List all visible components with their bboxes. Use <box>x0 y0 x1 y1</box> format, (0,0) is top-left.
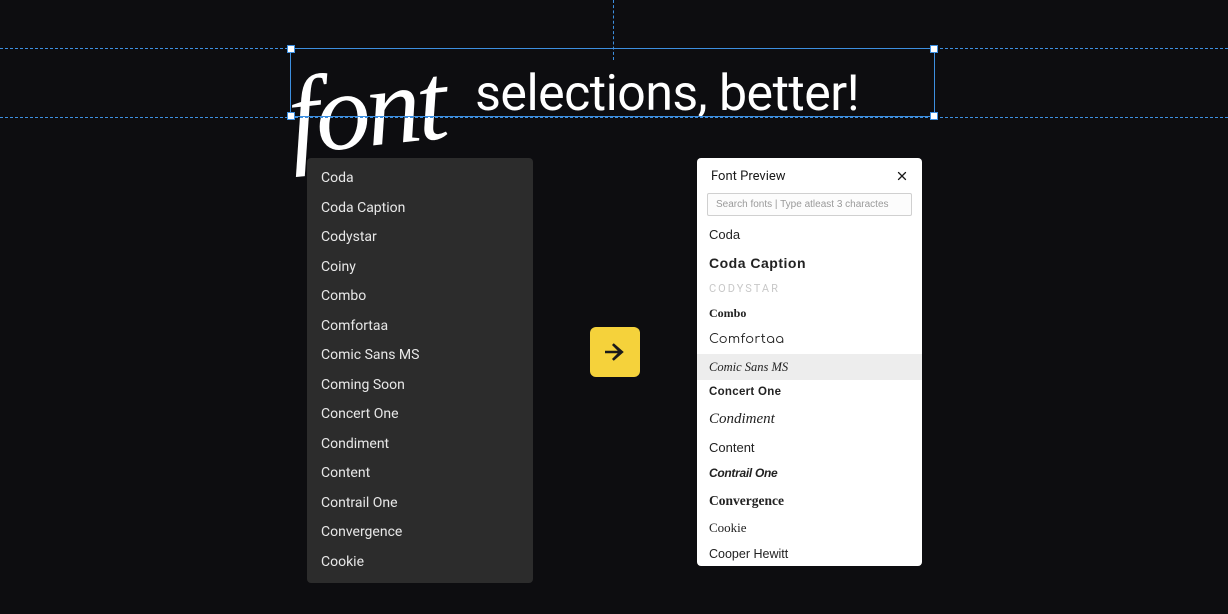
preview-item[interactable]: Content <box>697 435 922 462</box>
list-item[interactable]: Condiment <box>307 430 533 460</box>
list-item[interactable]: Codystar <box>307 223 533 253</box>
resize-handle-top-left[interactable] <box>287 45 295 53</box>
list-item[interactable]: Convergence <box>307 518 533 548</box>
arrow-icon <box>590 327 640 377</box>
font-search <box>707 192 912 216</box>
list-item[interactable]: Coming Soon <box>307 371 533 401</box>
close-icon[interactable] <box>894 168 910 184</box>
preview-item[interactable]: Cooper Hewitt <box>697 541 922 566</box>
list-item[interactable]: Combo <box>307 282 533 312</box>
list-item[interactable]: Coda <box>307 164 533 194</box>
preview-item[interactable]: Coda <box>697 222 922 249</box>
list-item[interactable]: Coda Caption <box>307 194 533 224</box>
search-input[interactable] <box>707 193 912 216</box>
heading-script-word: font <box>285 68 446 150</box>
preview-item[interactable]: Coda Caption <box>697 249 922 277</box>
preview-item[interactable]: Condiment <box>697 405 922 435</box>
preview-item[interactable]: CODYSTAR <box>697 277 922 301</box>
preview-item[interactable]: Comfortaa <box>697 327 922 354</box>
list-item[interactable]: Comfortaa <box>307 312 533 342</box>
font-preview-header: Font Preview <box>697 158 922 192</box>
font-preview-title: Font Preview <box>711 169 786 184</box>
list-item[interactable]: Comic Sans MS <box>307 341 533 371</box>
list-item[interactable]: Concert One <box>307 400 533 430</box>
preview-item[interactable]: Convergence <box>697 487 922 515</box>
resize-handle-bottom-right[interactable] <box>930 112 938 120</box>
default-font-dropdown[interactable]: Coda Coda Caption Codystar Coiny Combo C… <box>307 158 533 583</box>
preview-item[interactable]: Concert One <box>697 380 922 405</box>
list-item[interactable]: Content <box>307 459 533 489</box>
preview-item-highlighted[interactable]: Comic Sans MS <box>697 354 922 380</box>
font-preview-panel: Font Preview Coda Coda Caption CODYSTAR … <box>697 158 922 566</box>
list-item[interactable]: Coiny <box>307 253 533 283</box>
heading-plain-text: selections, better! <box>475 65 859 123</box>
list-item[interactable]: Contrail One <box>307 489 533 519</box>
heading-text[interactable]: font selections, better! <box>290 40 935 118</box>
font-preview-list: Coda Coda Caption CODYSTAR Combo Comfort… <box>697 222 922 566</box>
resize-handle-bottom-left[interactable] <box>287 112 295 120</box>
preview-item[interactable]: Cookie <box>697 515 922 542</box>
resize-handle-top-right[interactable] <box>930 45 938 53</box>
list-item[interactable]: Cookie <box>307 548 533 578</box>
preview-item[interactable]: Contrail One <box>697 461 922 487</box>
preview-item[interactable]: Combo <box>697 301 922 327</box>
